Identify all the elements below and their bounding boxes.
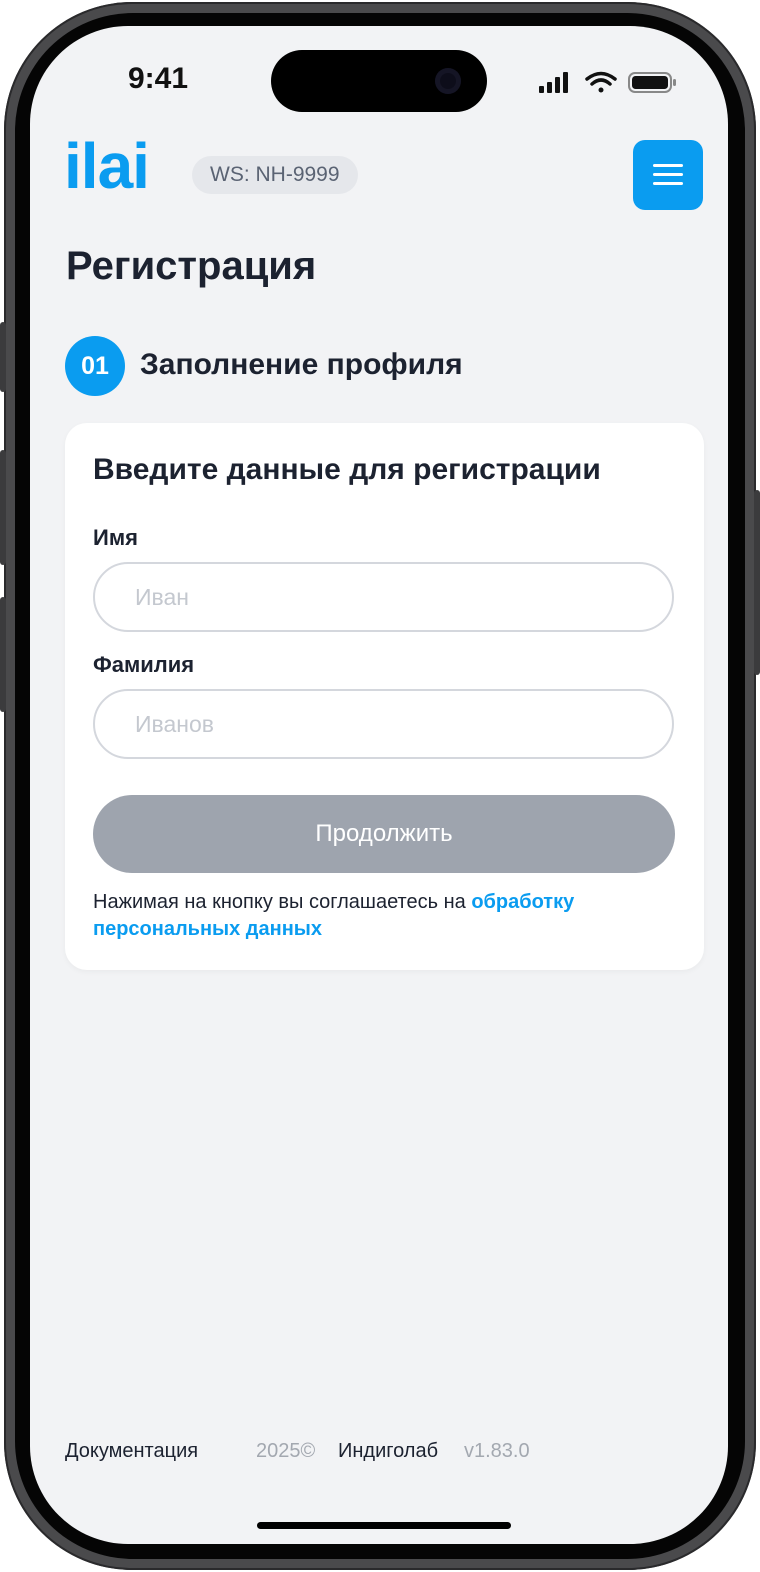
page-title: Регистрация [66,244,317,288]
footer-company: Индиголаб [338,1440,439,1462]
footer-year: 2025© [256,1440,316,1462]
signal-icon [539,72,568,93]
volume-down-button [0,597,6,712]
volume-up-button [0,450,6,565]
dynamic-island [271,50,487,112]
consent-text: Нажимая на кнопку вы соглашаетесь на обр… [93,889,673,943]
form-title: Введите данные для регистрации [93,453,601,486]
home-indicator[interactable] [257,1522,511,1529]
battery-icon [628,72,676,93]
last-name-input[interactable] [93,689,674,759]
footer-version: v1.83.0 [464,1440,530,1462]
screen: 9:41 ilai WS: NH-9999 Регистрация 01 Зап… [30,26,728,1544]
documentation-link[interactable]: Документация [65,1440,198,1463]
status-icons [539,71,676,93]
last-name-label: Фамилия [93,652,195,677]
menu-button[interactable] [633,140,703,210]
status-time: 9:41 [128,62,189,95]
first-name-input[interactable] [93,562,674,632]
workspace-badge: WS: NH-9999 [192,156,358,194]
step-number-badge: 01 [65,336,125,396]
registration-card: Введите данные для регистрации Имя Фамил… [65,423,704,970]
first-name-label: Имя [93,525,138,550]
power-button [754,490,760,675]
step-label: Заполнение профиля [140,348,463,381]
camera-icon [435,68,461,94]
continue-button[interactable]: Продолжить [93,795,675,873]
consent-message: Нажимая на кнопку вы соглашаетесь на [93,891,472,913]
logo: ilai [64,130,150,202]
silent-switch [0,322,6,392]
wifi-icon [585,71,617,93]
